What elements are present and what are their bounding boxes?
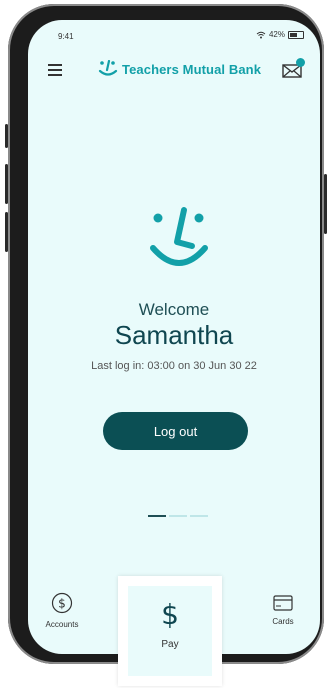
battery-icon [288,30,304,39]
phone-volume-down-button [5,212,8,252]
hamburger-menu-button[interactable] [48,64,62,76]
pay-nav-highlight: $ Pay [118,576,222,686]
phone-power-button [324,174,327,234]
notification-dot [296,58,305,67]
page-dot-active[interactable] [148,515,166,517]
nav-pay[interactable]: $ Pay [128,586,212,676]
welcome-greeting: Welcome [138,300,210,319]
battery-percent: 42% [268,30,285,39]
brand-name: Teachers Mutual Bank [122,61,262,77]
dollar-circle-icon: $ [51,592,73,614]
logout-button[interactable]: Log out [103,412,248,450]
brand-logo: Teachers Mutual Bank [98,60,261,78]
status-time: 9:41 [58,32,74,41]
dollar-icon: $ [161,598,179,631]
page-indicator [148,515,208,517]
hamburger-line [48,69,62,71]
phone-side-button [5,124,8,148]
top-app-bar: Teachers Mutual Bank [28,54,320,88]
nav-accounts[interactable]: $ Accounts [42,592,82,629]
nav-accounts-label: Accounts [45,620,79,629]
page-dot[interactable] [169,515,187,517]
wifi-icon [256,31,266,38]
phone-volume-up-button [5,164,8,204]
smile-logo-large-icon [150,207,208,266]
hamburger-line [48,74,62,76]
nav-cards[interactable]: Cards [266,595,300,626]
smile-logo-icon [98,60,118,76]
hamburger-line [48,64,62,66]
status-indicators: 42% [256,30,304,39]
last-login-text: Last log in: 03:00 on 30 Jun 30 22 [91,360,257,372]
user-name: Samantha [114,320,234,350]
app-screen: 9:41 42% Teachers Mutual Bank Welcome Sa… [28,20,320,654]
svg-text:$: $ [58,597,66,611]
card-icon [273,595,293,611]
page-dot[interactable] [190,515,208,517]
nav-pay-label: Pay [161,639,179,650]
mail-button[interactable] [282,58,305,79]
status-bar: 9:41 42% [28,20,320,50]
nav-cards-label: Cards [272,617,294,626]
